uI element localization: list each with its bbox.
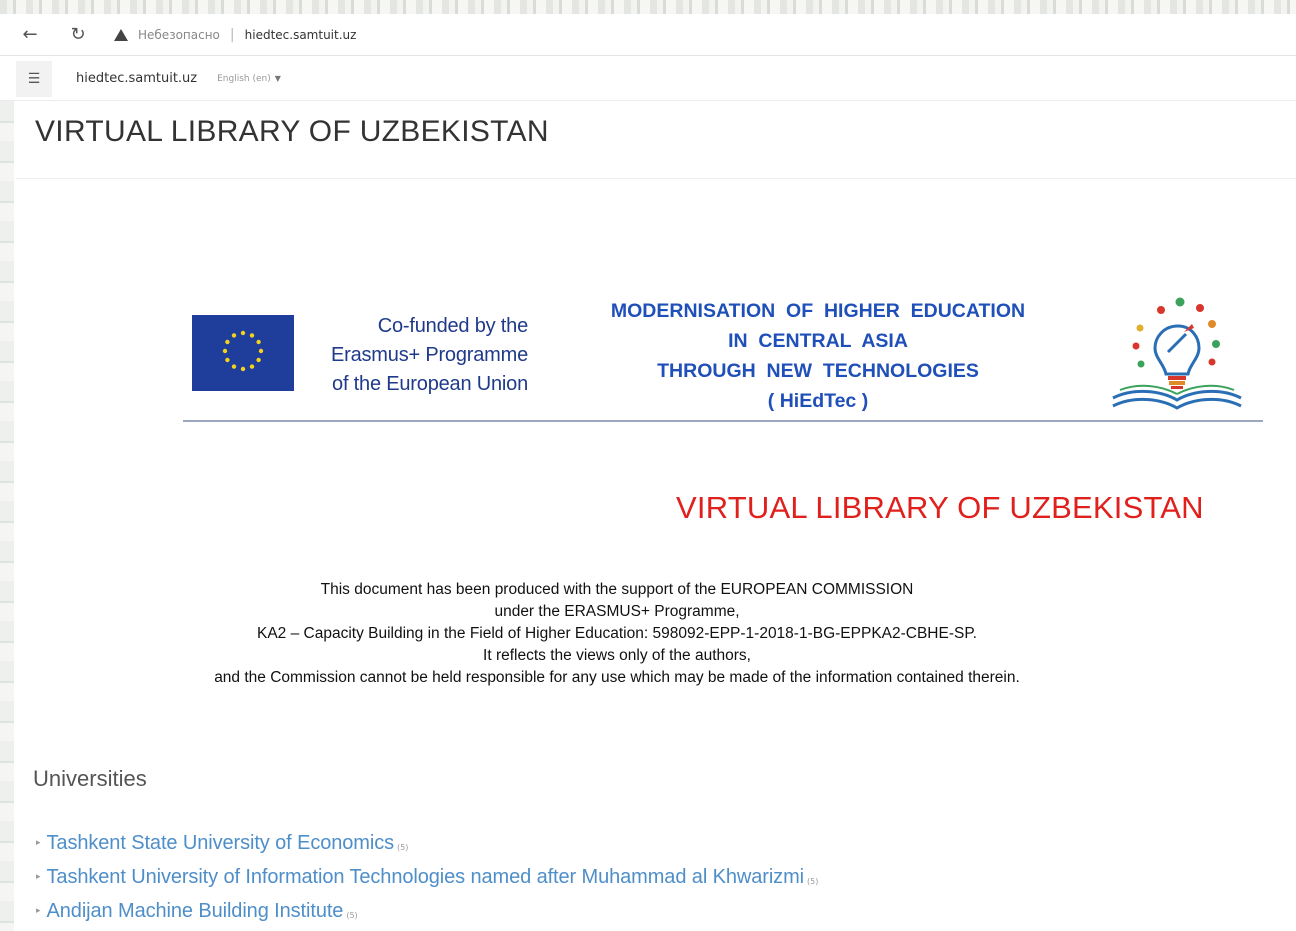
- page-header: VIRTUAL LIBRARY OF UZBEKISTAN: [16, 101, 1296, 179]
- university-item[interactable]: ▸ Andijan Machine Building Institute (5): [36, 894, 818, 928]
- university-link[interactable]: Tashkent University of Information Techn…: [47, 866, 805, 889]
- security-label[interactable]: Небезопасно: [138, 28, 220, 42]
- disclaimer-line: and the Commission cannot be held respon…: [214, 669, 1020, 686]
- site-navbar: ☰ hiedtec.samtuit.uz English (en) ▼: [0, 57, 1296, 101]
- universities-heading: Universities: [33, 766, 147, 791]
- project-title: MODERNISATION OF HIGHER EDUCATION IN CEN…: [573, 296, 1063, 416]
- cofund-line: Co-funded by the: [377, 315, 528, 337]
- language-label: English (en): [217, 73, 271, 84]
- course-count: (5): [346, 910, 358, 920]
- warning-icon[interactable]: [114, 28, 128, 41]
- disclaimer-line: under the ERASMUS+ Programme,: [494, 603, 740, 620]
- top-decorative-strip: [0, 0, 1296, 14]
- disclaimer-line: It reflects the views only of the author…: [483, 647, 751, 664]
- project-line: THROUGH NEW TECHNOLOGIES: [657, 360, 979, 382]
- university-item[interactable]: ▸ Tashkent University of Information Tec…: [36, 860, 818, 894]
- expand-arrow-icon[interactable]: ▸: [36, 838, 41, 848]
- expand-arrow-icon[interactable]: ▸: [36, 872, 41, 882]
- university-item[interactable]: ▸ Tashkent State University of Economics…: [36, 826, 818, 860]
- page-title: VIRTUAL LIBRARY OF UZBEKISTAN: [35, 115, 549, 148]
- project-line: IN CENTRAL ASIA: [728, 330, 908, 352]
- library-title: VIRTUAL LIBRARY OF UZBEKISTAN: [676, 490, 1204, 525]
- caret-down-icon: ▼: [274, 73, 281, 83]
- course-count: (5): [397, 842, 409, 852]
- menu-toggle-button[interactable]: ☰: [16, 60, 52, 97]
- eu-flag-logo: [192, 315, 294, 391]
- cofunded-text: Co-funded by the Erasmus+ Programme of t…: [298, 312, 528, 399]
- project-banner: Co-funded by the Erasmus+ Programme of t…: [183, 288, 1266, 423]
- browser-address-bar: ← ↻ Небезопасно | hiedtec.samtuit.uz: [0, 14, 1296, 56]
- university-link[interactable]: Andijan Machine Building Institute: [47, 900, 344, 923]
- universities-list: ▸ Tashkent State University of Economics…: [36, 826, 818, 928]
- project-line: MODERNISATION OF HIGHER EDUCATION: [610, 300, 1026, 322]
- hamburger-icon: ☰: [27, 70, 41, 87]
- disclaimer-text: This document has been produced with the…: [112, 579, 1122, 689]
- cofund-line: Erasmus+ Programme: [330, 344, 528, 366]
- banner-divider: [183, 420, 1263, 422]
- expand-arrow-icon[interactable]: ▸: [36, 906, 41, 916]
- course-count: (5): [806, 876, 819, 886]
- university-link[interactable]: Tashkent State University of Economics: [47, 832, 395, 855]
- disclaimer-line: KA2 – Capacity Building in the Field of …: [257, 625, 977, 642]
- hiedtec-logo: [1108, 290, 1248, 418]
- address-separator: |: [229, 26, 235, 43]
- back-arrow-icon[interactable]: ←: [16, 21, 44, 49]
- address-url[interactable]: hiedtec.samtuit.uz: [245, 28, 357, 42]
- disclaimer-line: This document has been produced with the…: [320, 581, 914, 598]
- language-selector[interactable]: English (en) ▼: [217, 74, 281, 84]
- site-name-link[interactable]: hiedtec.samtuit.uz: [76, 71, 197, 86]
- reload-icon[interactable]: ↻: [64, 21, 92, 49]
- project-line: ( HiEdTec ): [767, 390, 869, 412]
- left-edge-strip: [0, 101, 14, 931]
- cofund-line: of the European Union: [332, 373, 528, 395]
